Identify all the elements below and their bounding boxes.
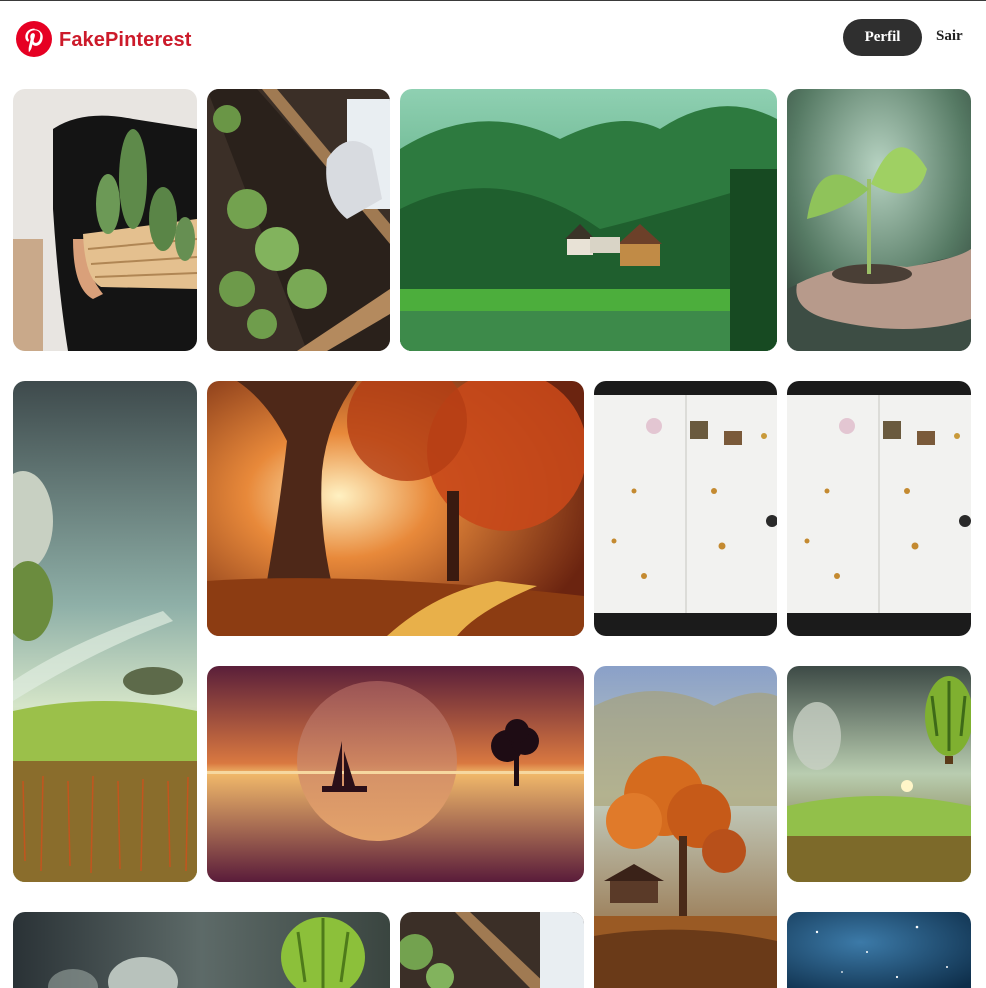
pin-image-autumn-tree-gazebo[interactable]	[594, 666, 777, 988]
profile-button[interactable]: Perfil	[843, 19, 922, 56]
pin-image-lake-house-valley[interactable]	[400, 89, 777, 351]
pin-image-seedlings-planter[interactable]	[207, 89, 390, 351]
pin-image-autumn-forest-sunrays[interactable]	[207, 381, 584, 636]
pin-image-seed-paper-1[interactable]	[594, 381, 777, 636]
pin-image-cactus-basket[interactable]	[13, 89, 197, 351]
brand-name[interactable]: FakePinterest	[59, 29, 191, 52]
top-nav-bar: FakePinterest Perfil Sair	[0, 1, 986, 77]
pin-image-umn-balloon-wide[interactable]	[13, 912, 390, 988]
pin-image-seedlings-planter-2[interactable]	[400, 912, 584, 988]
pin-image-sapling-hand[interactable]	[787, 89, 971, 351]
pin-image-umn-balloon-field[interactable]	[787, 666, 971, 882]
pin-image-starry-sky[interactable]	[787, 912, 971, 988]
pin-image-moon-sailboat-sunset[interactable]	[207, 666, 584, 882]
pin-image-surreal-balloon-field[interactable]	[13, 381, 197, 882]
pinterest-logo-icon[interactable]	[16, 21, 52, 57]
logout-link[interactable]: Sair	[936, 28, 963, 45]
pin-image-seed-paper-2[interactable]	[787, 381, 971, 636]
